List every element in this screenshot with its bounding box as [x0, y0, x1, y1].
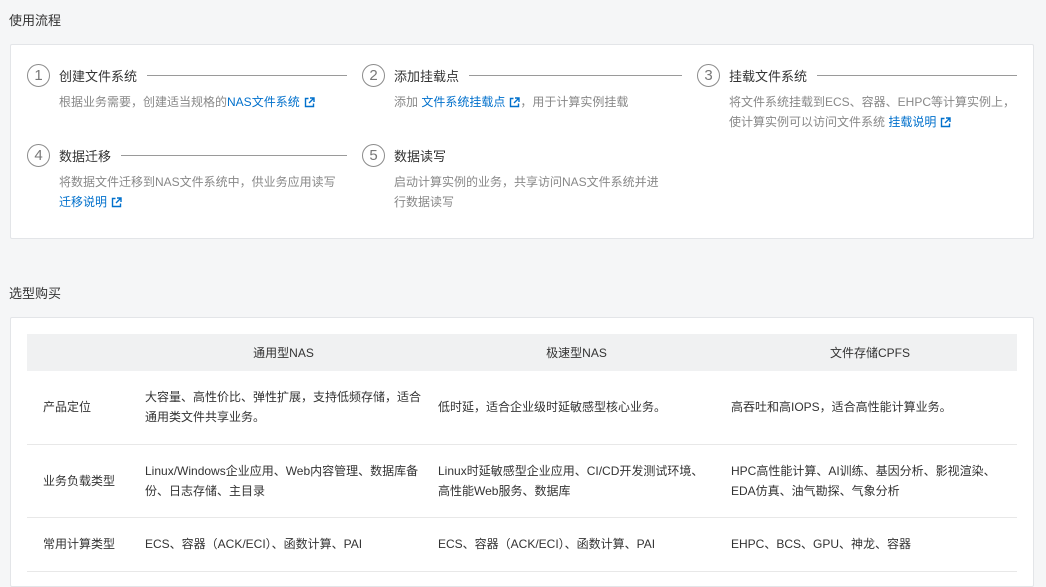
- table-cell: Linux/Windows企业应用、Web内容管理、数据库备份、日志存储、主目录: [137, 444, 430, 518]
- step-title: 挂载文件系统: [729, 68, 808, 84]
- usage-flow-card: 1 创建文件系统 根据业务需要，创建适当规格的NAS文件系统 2 添加挂载点 添…: [10, 44, 1034, 239]
- external-link-icon[interactable]: [111, 194, 122, 214]
- table-header-row: 通用型NAS 极速型NAS 文件存储CPFS: [27, 334, 1017, 371]
- row-label: 常用计算类型: [27, 517, 137, 572]
- step-number: 1: [27, 63, 50, 87]
- step-title: 数据迁移: [59, 148, 112, 164]
- external-link-icon[interactable]: [304, 94, 315, 114]
- migration-guide-link[interactable]: 迁移说明: [59, 195, 107, 209]
- table-row: 产品定位 大容量、高性价比、弹性扩展，支持低频存储，适合通用类文件共享业务。 低…: [27, 371, 1017, 445]
- step-description: 根据业务需要，创建适当规格的NAS文件系统: [59, 92, 347, 114]
- usage-flow-title: 使用流程: [9, 13, 62, 28]
- table-cell: 低时延，适合企业级时延敏感型核心业务。: [430, 371, 723, 445]
- purchase-title: 选型购买: [9, 286, 62, 301]
- step-connector-line: [469, 74, 682, 76]
- column-header: [27, 334, 137, 371]
- step-title: 添加挂载点: [394, 68, 460, 84]
- step-description: 将数据文件迁移到NAS文件系统中，供业务应用读写 迁移说明: [59, 172, 347, 214]
- table-cell: Linux时延敏感型企业应用、CI/CD开发测试环境、高性能Web服务、数据库: [430, 444, 723, 518]
- table-cell: HPC高性能计算、AI训练、基因分析、影视渲染、EDA仿真、油气勘探、气象分析: [723, 444, 1017, 518]
- column-header: 文件存储CPFS: [829, 346, 910, 360]
- external-link-icon[interactable]: [940, 114, 952, 134]
- step-2: 2 添加挂载点 添加 文件系统挂载点 ，用于计算实例挂载: [362, 63, 682, 114]
- table-cell: EHPC、BCS、GPU、神龙、容器: [723, 517, 1017, 572]
- column-header: 极速型NAS: [546, 346, 607, 360]
- step-1: 1 创建文件系统 根据业务需要，创建适当规格的NAS文件系统: [27, 63, 347, 114]
- table-cell: 高吞吐和高IOPS，适合高性能计算业务。: [723, 371, 1017, 445]
- step-description: 将文件系统挂载到ECS、容器、EHPC等计算实例上，使计算实例可以访问文件系统 …: [729, 92, 1017, 134]
- mount-guide-link[interactable]: 挂载说明: [888, 115, 936, 129]
- table-row: 常用计算类型 ECS、容器（ACK/ECI）、函数计算、PAI ECS、容器（A…: [27, 517, 1017, 572]
- step-number: 3: [697, 63, 720, 87]
- step-title: 创建文件系统: [59, 68, 138, 84]
- step-connector-line: [817, 74, 1017, 76]
- column-header: 通用型NAS: [253, 346, 314, 360]
- table-cell: ECS、容器（ACK/ECI）、函数计算、PAI: [137, 517, 430, 572]
- step-description: 启动计算实例的业务，共享访问NAS文件系统并进行数据读写: [394, 175, 659, 209]
- table-row: 业务负载类型 Linux/Windows企业应用、Web内容管理、数据库备份、日…: [27, 444, 1017, 518]
- step-4: 4 数据迁移 将数据文件迁移到NAS文件系统中，供业务应用读写 迁移说明: [27, 143, 347, 214]
- external-link-icon[interactable]: [509, 94, 521, 114]
- step-title: 数据读写: [394, 148, 447, 164]
- row-label: 产品定位: [27, 371, 137, 445]
- step-connector-line: [147, 74, 347, 76]
- nas-file-system-link[interactable]: NAS文件系统: [227, 95, 300, 109]
- step-number: 5: [362, 143, 385, 167]
- table-cell: ECS、容器（ACK/ECI）、函数计算、PAI: [430, 517, 723, 572]
- mount-target-link[interactable]: 文件系统挂载点: [421, 95, 505, 109]
- table-cell: 大容量、高性价比、弹性扩展，支持低频存储，适合通用类文件共享业务。: [137, 371, 430, 445]
- step-number: 4: [27, 143, 50, 167]
- step-connector-line: [121, 154, 347, 156]
- step-3: 3 挂载文件系统 将文件系统挂载到ECS、容器、EHPC等计算实例上，使计算实例…: [697, 63, 1017, 134]
- purchase-card: 通用型NAS 极速型NAS 文件存储CPFS 产品定位 大容量、高性价比、弹性扩…: [10, 317, 1034, 587]
- row-label: 业务负载类型: [27, 444, 137, 518]
- step-5: 5 数据读写 启动计算实例的业务，共享访问NAS文件系统并进行数据读写: [362, 143, 662, 212]
- step-number: 2: [362, 63, 385, 87]
- step-description: 添加 文件系统挂载点 ，用于计算实例挂载: [394, 92, 682, 114]
- comparison-table: 通用型NAS 极速型NAS 文件存储CPFS 产品定位 大容量、高性价比、弹性扩…: [27, 334, 1017, 572]
